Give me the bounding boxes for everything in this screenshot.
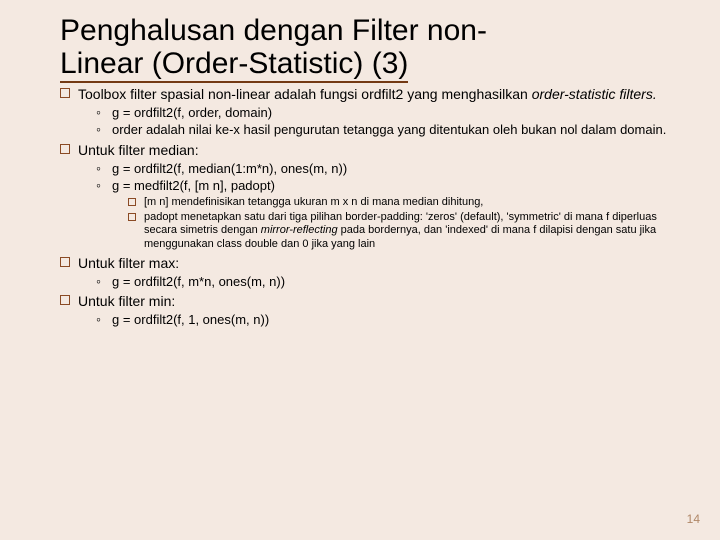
bullet-1-text-italic: order-statistic filters. (532, 86, 657, 102)
slide-title: Penghalusan dengan Filter non- Linear (O… (60, 14, 692, 80)
bullet-3: Untuk filter max: g = ordfilt2(f, m*n, o… (60, 255, 692, 289)
title-line-1: Penghalusan dengan Filter non- (60, 14, 487, 47)
page-number: 14 (687, 512, 700, 526)
bullet-2: Untuk filter median: g = ordfilt2(f, med… (60, 142, 692, 251)
bullet-1-sub-1: g = ordfilt2(f, order, domain) (96, 105, 692, 121)
bullet-3-sublist: g = ordfilt2(f, m*n, ones(m, n)) (96, 274, 692, 290)
slide-container: Penghalusan dengan Filter non- Linear (O… (0, 0, 720, 328)
bullet-2-sub-2-s1: [m n] mendefinisikan tetangga ukuran m x… (128, 196, 692, 209)
bullet-3-text: Untuk filter max: (78, 255, 179, 271)
bullet-2-sub-2-list: [m n] mendefinisikan tetangga ukuran m x… (128, 196, 692, 251)
bullet-1-sublist: g = ordfilt2(f, order, domain) order ada… (96, 105, 692, 138)
title-line-2: Linear (Order-Statistic) (3) (60, 47, 408, 83)
bullet-1-sub-2: order adalah nilai ke-x hasil pengurutan… (96, 122, 692, 138)
s2-italic: mirror-reflecting (261, 224, 338, 236)
bullet-2-sublist: g = ordfilt2(f, median(1:m*n), ones(m, n… (96, 161, 692, 251)
bullet-2-text: Untuk filter median: (78, 142, 199, 158)
bullet-3-sub-1: g = ordfilt2(f, m*n, ones(m, n)) (96, 274, 692, 290)
bullet-1-text-pre: Toolbox filter spasial non-linear adalah… (78, 86, 532, 102)
bullet-1: Toolbox filter spasial non-linear adalah… (60, 86, 692, 138)
bullet-2-sub-2-s2: padopt menetapkan satu dari tiga pilihan… (128, 211, 692, 251)
bullet-list: Toolbox filter spasial non-linear adalah… (60, 86, 692, 328)
bullet-4-sublist: g = ordfilt2(f, 1, ones(m, n)) (96, 312, 692, 328)
bullet-4-sub-1: g = ordfilt2(f, 1, ones(m, n)) (96, 312, 692, 328)
bullet-2-sub-2: g = medfilt2(f, [m n], padopt) [m n] men… (96, 178, 692, 250)
bullet-4: Untuk filter min: g = ordfilt2(f, 1, one… (60, 293, 692, 327)
bullet-4-text: Untuk filter min: (78, 293, 175, 309)
bullet-2-sub-2-text: g = medfilt2(f, [m n], padopt) (112, 178, 275, 193)
bullet-2-sub-1: g = ordfilt2(f, median(1:m*n), ones(m, n… (96, 161, 692, 177)
